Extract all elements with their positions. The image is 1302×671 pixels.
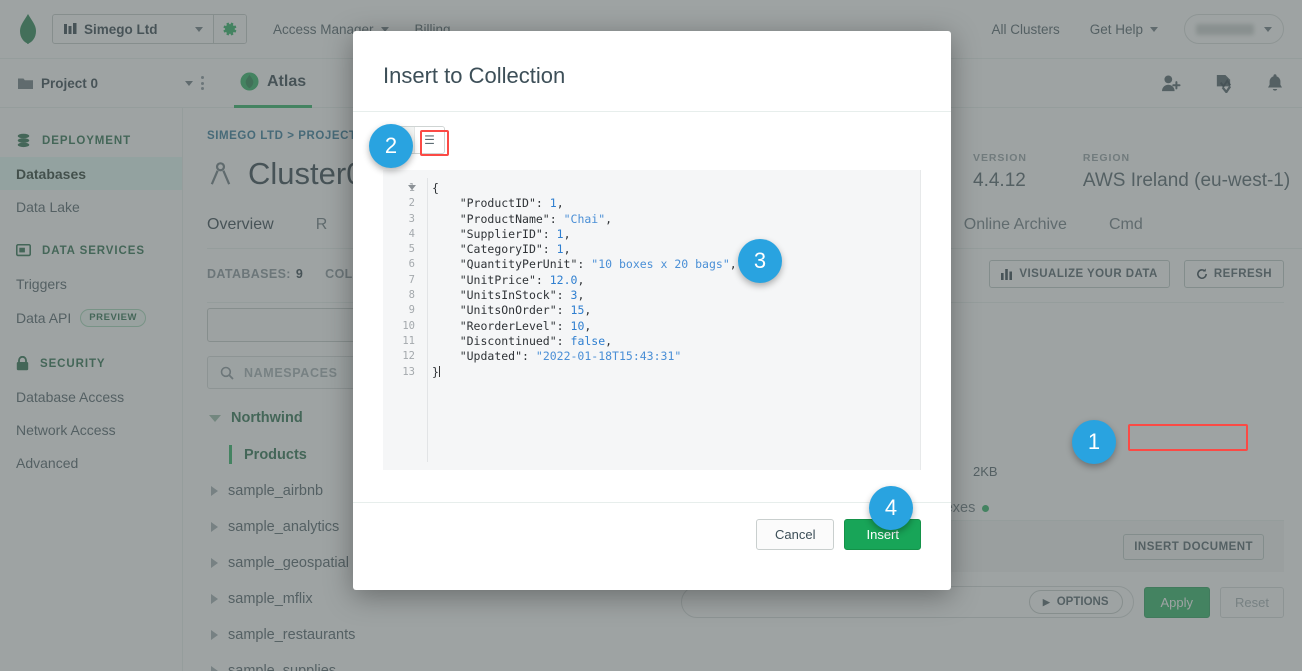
annotation-step-3: 3 — [738, 239, 782, 283]
dialog-title: Insert to Collection — [383, 63, 566, 88]
gutter-divider — [427, 178, 428, 462]
editor-gutter: 1 2 3 4 5 6 7 8 9 10 11 12 13 — [383, 170, 421, 470]
line-number: 10 — [402, 319, 415, 332]
line-number: 12 — [402, 350, 415, 363]
view-mode-toolbar: {} ☰ — [353, 112, 951, 154]
line-number: 4 — [408, 227, 415, 240]
line-number: 9 — [408, 304, 415, 317]
line-number: 5 — [408, 243, 415, 256]
insert-to-collection-dialog: Insert to Collection {} ☰ 1 2 3 4 5 6 7 — [353, 31, 951, 590]
line-number: 2 — [408, 197, 415, 210]
json-editor[interactable]: 1 2 3 4 5 6 7 8 9 10 11 12 13 { "Product… — [383, 170, 921, 470]
line-number: 7 — [408, 273, 415, 286]
screen: Simego Ltd Access Manager Billing — [0, 0, 1302, 671]
dialog-actions: Cancel Insert — [353, 503, 951, 550]
line-number: 6 — [408, 258, 415, 271]
line-number: 8 — [408, 289, 415, 302]
list-view-toggle[interactable]: ☰ — [414, 127, 444, 153]
line-number: 13 — [402, 365, 415, 378]
editor-right-edge — [920, 170, 921, 470]
annotation-step-4: 4 — [869, 486, 913, 530]
editor-code[interactable]: { "ProductID": 1, "ProductName": "Chai",… — [432, 181, 913, 380]
cancel-button[interactable]: Cancel — [756, 519, 835, 550]
list-icon: ☰ — [424, 133, 435, 147]
line-number: 3 — [408, 212, 415, 225]
line-number: 11 — [402, 334, 415, 347]
annotation-step-1: 1 — [1072, 420, 1116, 464]
code-fold-icon[interactable] — [408, 185, 416, 190]
annotation-step-2: 2 — [369, 124, 413, 168]
